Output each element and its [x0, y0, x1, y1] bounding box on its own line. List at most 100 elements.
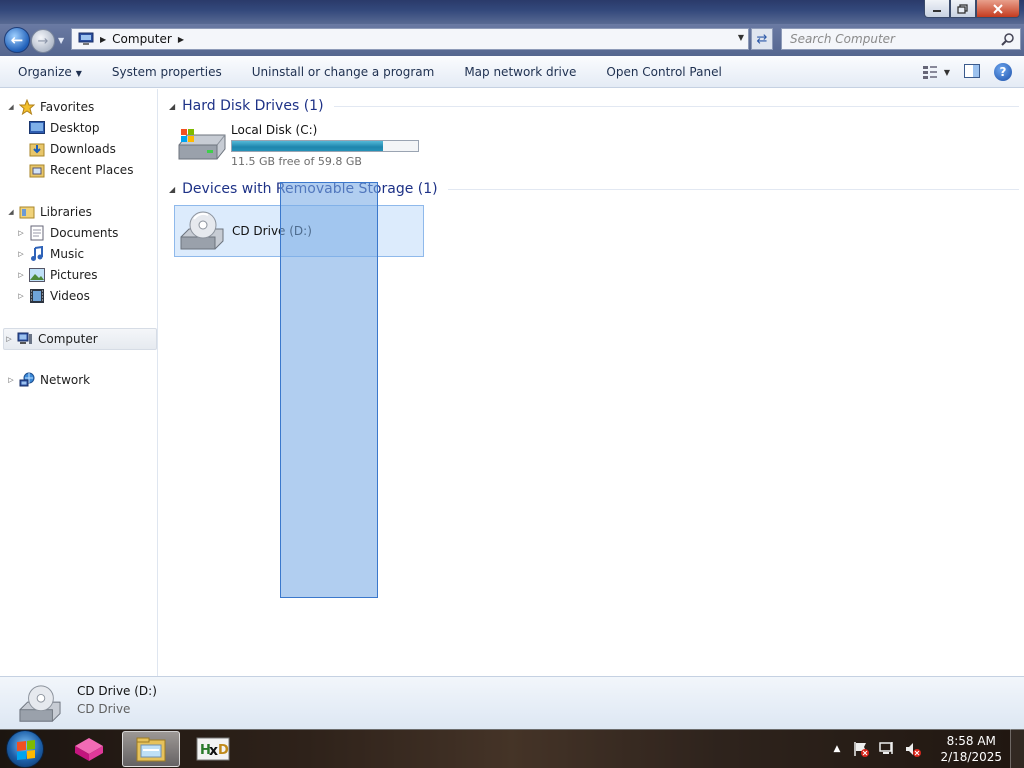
computer-icon: [17, 331, 33, 347]
help-icon[interactable]: ?: [994, 63, 1012, 81]
group-title: Hard Disk Drives (1): [182, 98, 324, 114]
svg-text:x: x: [209, 743, 218, 759]
open-control-panel-button[interactable]: Open Control Panel: [591, 65, 736, 79]
system-properties-button[interactable]: System properties: [97, 65, 237, 79]
taskbar: HxD ▲ 8:58 AM 2/18/2025: [0, 729, 1024, 768]
close-button[interactable]: [976, 0, 1020, 18]
windows-logo-icon: [17, 740, 35, 760]
preview-pane-button[interactable]: [964, 63, 980, 81]
expand-icon[interactable]: ▷: [16, 292, 26, 300]
window-controls: [924, 0, 1020, 18]
downloads-folder-icon: [29, 141, 45, 157]
navigation-pane: ◢ Favorites Desktop Downloads Recent Pla…: [0, 89, 158, 676]
network-status-icon[interactable]: [878, 740, 896, 758]
sidebar-label: Libraries: [40, 205, 92, 219]
sidebar-item-downloads[interactable]: Downloads: [16, 139, 116, 159]
refresh-button[interactable]: ⇄: [751, 28, 773, 50]
sidebar-label: Videos: [50, 289, 90, 303]
clock[interactable]: 8:58 AM 2/18/2025: [940, 733, 1002, 765]
sidebar-item-pictures[interactable]: ▷ Pictures: [16, 265, 98, 285]
expand-icon[interactable]: ▷: [16, 271, 26, 279]
sidebar-label: Network: [40, 373, 91, 387]
collapse-icon[interactable]: ◢: [6, 103, 16, 111]
search-placeholder: Search Computer: [790, 32, 895, 46]
chevron-down-icon: ▼: [75, 68, 82, 78]
svg-text:D: D: [218, 743, 229, 758]
drive-item-local-disk[interactable]: Local Disk (C:) 11.5 GB free of 59.8 GB: [177, 123, 419, 168]
sidebar-item-documents[interactable]: ▷ Documents: [16, 223, 118, 243]
address-dropdown-icon[interactable]: ▼: [738, 33, 744, 42]
change-view-button[interactable]: ▼: [922, 65, 950, 79]
disk-usage-fill: [232, 141, 383, 151]
sidebar-item-computer[interactable]: ▷ Computer: [3, 328, 157, 350]
organize-button[interactable]: Organize ▼: [0, 65, 97, 79]
maximize-button[interactable]: [950, 0, 976, 18]
view-controls: ▼ ?: [922, 63, 1012, 81]
sidebar-item-network[interactable]: ▷ Network: [6, 370, 90, 390]
expand-icon[interactable]: ▷: [16, 229, 26, 237]
volume-muted-icon[interactable]: [904, 740, 922, 758]
pictures-icon: [29, 267, 45, 283]
chevron-right-icon[interactable]: ▶: [100, 35, 106, 44]
search-input[interactable]: Search Computer: [781, 28, 1021, 50]
computer-icon: [78, 32, 94, 46]
map-network-drive-button[interactable]: Map network drive: [449, 65, 591, 79]
show-hidden-icons-button[interactable]: ▲: [834, 744, 841, 754]
forward-arrow-icon: →: [37, 33, 49, 49]
uninstall-program-button[interactable]: Uninstall or change a program: [237, 65, 450, 79]
expand-icon[interactable]: ▷: [4, 335, 14, 343]
libraries-icon: [19, 204, 35, 220]
hex-editor-icon: Hx D: [196, 737, 230, 761]
sidebar-item-libraries[interactable]: ◢ Libraries: [6, 202, 92, 222]
close-icon: [993, 3, 1003, 14]
taskbar-app-pink[interactable]: [60, 731, 118, 767]
app-cube-icon: [75, 738, 103, 761]
sidebar-label: Documents: [50, 226, 119, 240]
collapse-icon[interactable]: ◢: [6, 208, 16, 216]
collapse-icon[interactable]: ◢: [169, 102, 175, 111]
sidebar-item-desktop[interactable]: Desktop: [16, 118, 100, 138]
address-bar[interactable]: ▶ Computer ▶ ▼: [71, 28, 749, 50]
desktop-icon: [29, 120, 45, 136]
chevron-right-icon[interactable]: ▶: [178, 35, 184, 44]
music-icon: [29, 246, 45, 262]
view-icon: [922, 66, 937, 79]
title-bar: [0, 0, 1024, 26]
file-list-pane[interactable]: ◢ Hard Disk Drives (1) Local Disk (C:) 1…: [159, 89, 1024, 676]
expand-icon[interactable]: ▷: [6, 376, 16, 384]
cd-drive-icon: [19, 685, 61, 722]
group-header-hard-disk-drives[interactable]: ◢ Hard Disk Drives (1): [169, 98, 1019, 114]
details-pane: CD Drive (D:) CD Drive: [0, 676, 1024, 729]
sidebar-label: Downloads: [50, 142, 116, 156]
back-button[interactable]: ←: [4, 27, 30, 53]
sidebar-label: Pictures: [50, 268, 98, 282]
drive-name: Local Disk (C:): [231, 123, 318, 137]
forward-button[interactable]: →: [31, 29, 55, 53]
search-icon[interactable]: [1001, 32, 1015, 46]
show-desktop-button[interactable]: [1010, 729, 1024, 768]
command-bar: Organize ▼ System properties Uninstall or…: [0, 56, 1024, 88]
sidebar-item-favorites[interactable]: ◢ Favorites: [6, 97, 94, 117]
group-divider: [333, 105, 1019, 107]
minimize-button[interactable]: [924, 0, 950, 18]
collapse-icon[interactable]: ◢: [169, 185, 175, 194]
start-button[interactable]: [6, 730, 44, 768]
documents-icon: [29, 225, 45, 241]
taskbar-app-hxd[interactable]: HxD: [184, 731, 242, 767]
action-center-flag-icon[interactable]: [852, 740, 870, 758]
recent-pages-button[interactable]: ▼: [58, 36, 64, 45]
taskbar-app-explorer[interactable]: [122, 731, 180, 767]
sidebar-item-videos[interactable]: ▷ Videos: [16, 286, 90, 306]
restore-icon: [957, 3, 968, 14]
organize-label: Organize: [18, 64, 72, 79]
sidebar-item-music[interactable]: ▷ Music: [16, 244, 84, 264]
clock-date: 2/18/2025: [940, 749, 1002, 764]
sidebar-label: Music: [50, 247, 85, 261]
drive-free-space: 11.5 GB free of 59.8 GB: [231, 155, 362, 168]
expand-icon[interactable]: ▷: [16, 250, 26, 258]
preview-pane-icon: [964, 63, 980, 78]
sidebar-item-recent-places[interactable]: Recent Places: [16, 160, 133, 180]
clock-time: 8:58 AM: [946, 733, 996, 748]
breadcrumb-computer[interactable]: Computer: [112, 32, 172, 46]
chevron-down-icon: ▼: [943, 67, 950, 77]
